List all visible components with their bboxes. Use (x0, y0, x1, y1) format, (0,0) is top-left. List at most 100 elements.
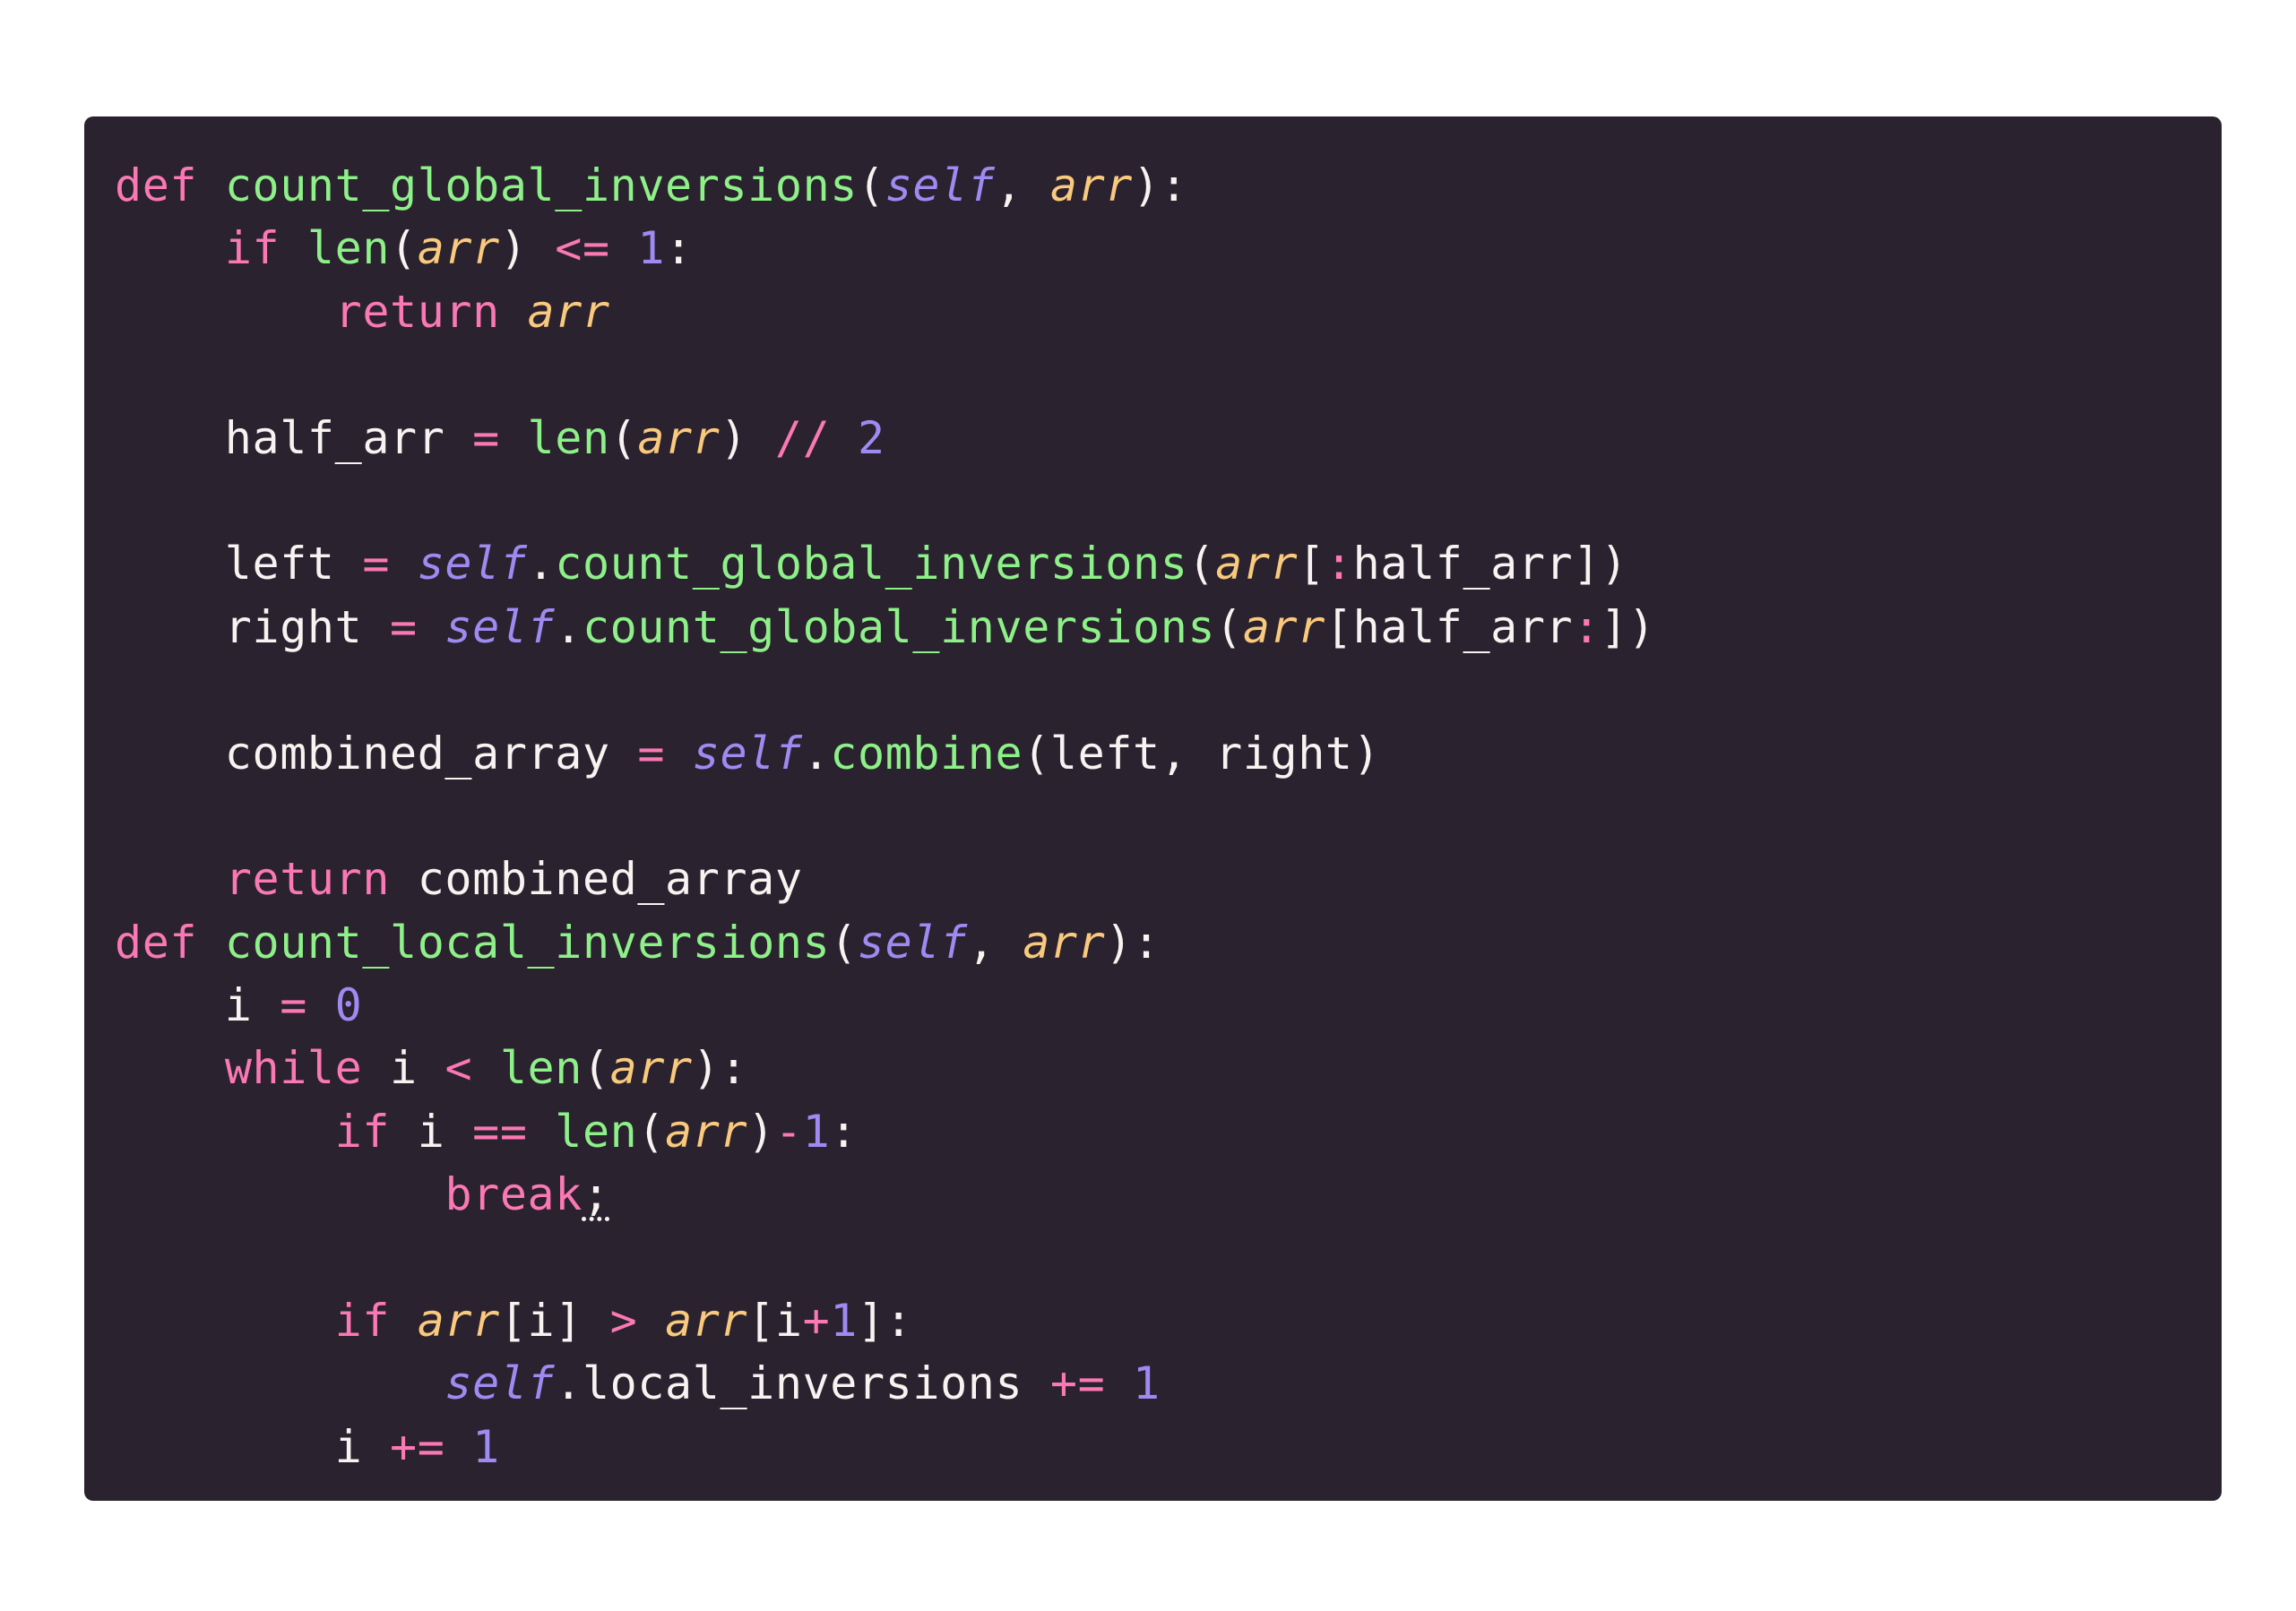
identifier-token (115, 1106, 335, 1158)
operator-token: += (390, 1420, 445, 1473)
number-token: 1 (830, 1295, 858, 1348)
identifier-token (500, 412, 528, 464)
self-token: self (417, 538, 528, 590)
keyword-token: return (224, 853, 391, 906)
operator-token: = (362, 538, 391, 590)
punctuation-token: , (967, 916, 1023, 969)
operator-token: + (802, 1295, 831, 1348)
code-line: i = 0 (115, 974, 2222, 1037)
keyword-token: while (224, 1042, 363, 1095)
code-line: right = self.count_global_inversions(arr… (115, 596, 2222, 659)
code-line: break; (115, 1163, 2222, 1226)
self-token: self (885, 159, 996, 211)
operator-token: <= (555, 222, 610, 275)
identifier-token: local_inversions (582, 1357, 1050, 1410)
number-token: 2 (857, 411, 885, 464)
function-name-token: len (306, 222, 391, 275)
identifier-token (528, 1106, 556, 1158)
parameter-token: arr (417, 1295, 500, 1348)
identifier-token (747, 412, 775, 464)
operator-token: > (609, 1295, 638, 1348)
code-line: if arr[i] > arr[i+1]: (115, 1289, 2222, 1352)
operator-token: += (1049, 1357, 1106, 1410)
identifier-token (115, 1042, 225, 1094)
parameter-token: arr (1023, 916, 1106, 969)
identifier-token: left, right (1049, 727, 1353, 780)
operator-token: == (472, 1105, 528, 1158)
identifier-token (830, 412, 858, 464)
parameter-token: arr (665, 1295, 748, 1348)
identifier-token: right (115, 600, 391, 653)
parameter-token: arr (417, 222, 500, 275)
code-line: if len(arr) <= 1: (115, 217, 2222, 280)
code-line: def count_local_inversions(self, arr): (115, 911, 2222, 974)
code-line: combined_array = self.combine(left, righ… (115, 722, 2222, 785)
identifier-token (307, 979, 335, 1031)
punctuation-token: [ (1325, 600, 1353, 653)
identifier-token: half_arr (1352, 600, 1574, 653)
keyword-token: if (334, 1295, 391, 1348)
punctuation-token: ( (1187, 538, 1216, 590)
punctuation-token: ( (857, 159, 885, 211)
operator-token: : (1325, 538, 1353, 590)
punctuation-token: : (665, 222, 693, 275)
function-name-token: len (527, 411, 610, 464)
punctuation-token: . (802, 727, 831, 780)
self-token: self (692, 727, 803, 780)
keyword-token: return (334, 285, 500, 338)
identifier-token (280, 222, 307, 274)
number-token: 0 (334, 979, 363, 1032)
function-name-token: count_global_inversions (224, 159, 858, 211)
keyword-token: def (115, 916, 198, 969)
code-line: while i < len(arr): (115, 1037, 2222, 1099)
identifier-token (115, 853, 225, 905)
identifier-token: i (774, 1295, 803, 1348)
identifier-token: combined_array (115, 727, 638, 780)
parameter-token: arr (1242, 600, 1325, 653)
parameter-token: arr (609, 1042, 693, 1095)
identifier-token (197, 159, 225, 211)
punctuation-token: . (527, 538, 556, 590)
parameter-token: arr (665, 1105, 748, 1158)
function-name-token: count_global_inversions (582, 600, 1216, 653)
identifier-token (418, 601, 445, 653)
code-line: def count_global_inversions(self, arr): (115, 154, 2222, 217)
punctuation-token: ) (720, 411, 748, 464)
code-line: if i == len(arr)-1: (115, 1100, 2222, 1163)
function-name-token: combine (830, 727, 1023, 780)
identifier-token (115, 1295, 335, 1347)
punctuation-token: . (555, 1357, 583, 1410)
keyword-token: if (224, 222, 281, 275)
operator-token: = (637, 727, 666, 780)
self-token: self (445, 600, 556, 653)
identifier-token: i (362, 1042, 445, 1095)
identifier-token (197, 917, 225, 969)
identifier-token (665, 728, 693, 780)
operator-token: = (280, 979, 307, 1032)
code-content: def count_global_inversions(self, arr): … (115, 154, 2222, 1478)
identifier-token: i (527, 1295, 556, 1348)
parameter-token: arr (1049, 159, 1134, 211)
punctuation-token: ): (1105, 916, 1161, 969)
identifier-token (115, 1168, 445, 1220)
function-name-token: count_local_inversions (224, 916, 831, 969)
punctuation-token: [ (1298, 538, 1325, 590)
punctuation-token: ( (1215, 600, 1243, 653)
punctuation-token: ) (747, 1105, 775, 1158)
number-token: 1 (802, 1105, 831, 1158)
function-name-token: len (499, 1042, 583, 1095)
identifier-token (115, 1357, 445, 1409)
punctuation-token: ( (582, 1042, 610, 1095)
identifier-token (115, 222, 225, 274)
punctuation-token: ]) (1600, 600, 1656, 653)
punctuation-token: ]: (857, 1295, 913, 1348)
number-token: 1 (1133, 1357, 1161, 1410)
code-line: i += 1 (115, 1416, 2222, 1478)
parameter-token: arr (527, 285, 610, 338)
identifier-token: i (115, 979, 281, 1032)
punctuation-token: ]) (1573, 538, 1628, 590)
punctuation-token: ): (692, 1042, 748, 1095)
